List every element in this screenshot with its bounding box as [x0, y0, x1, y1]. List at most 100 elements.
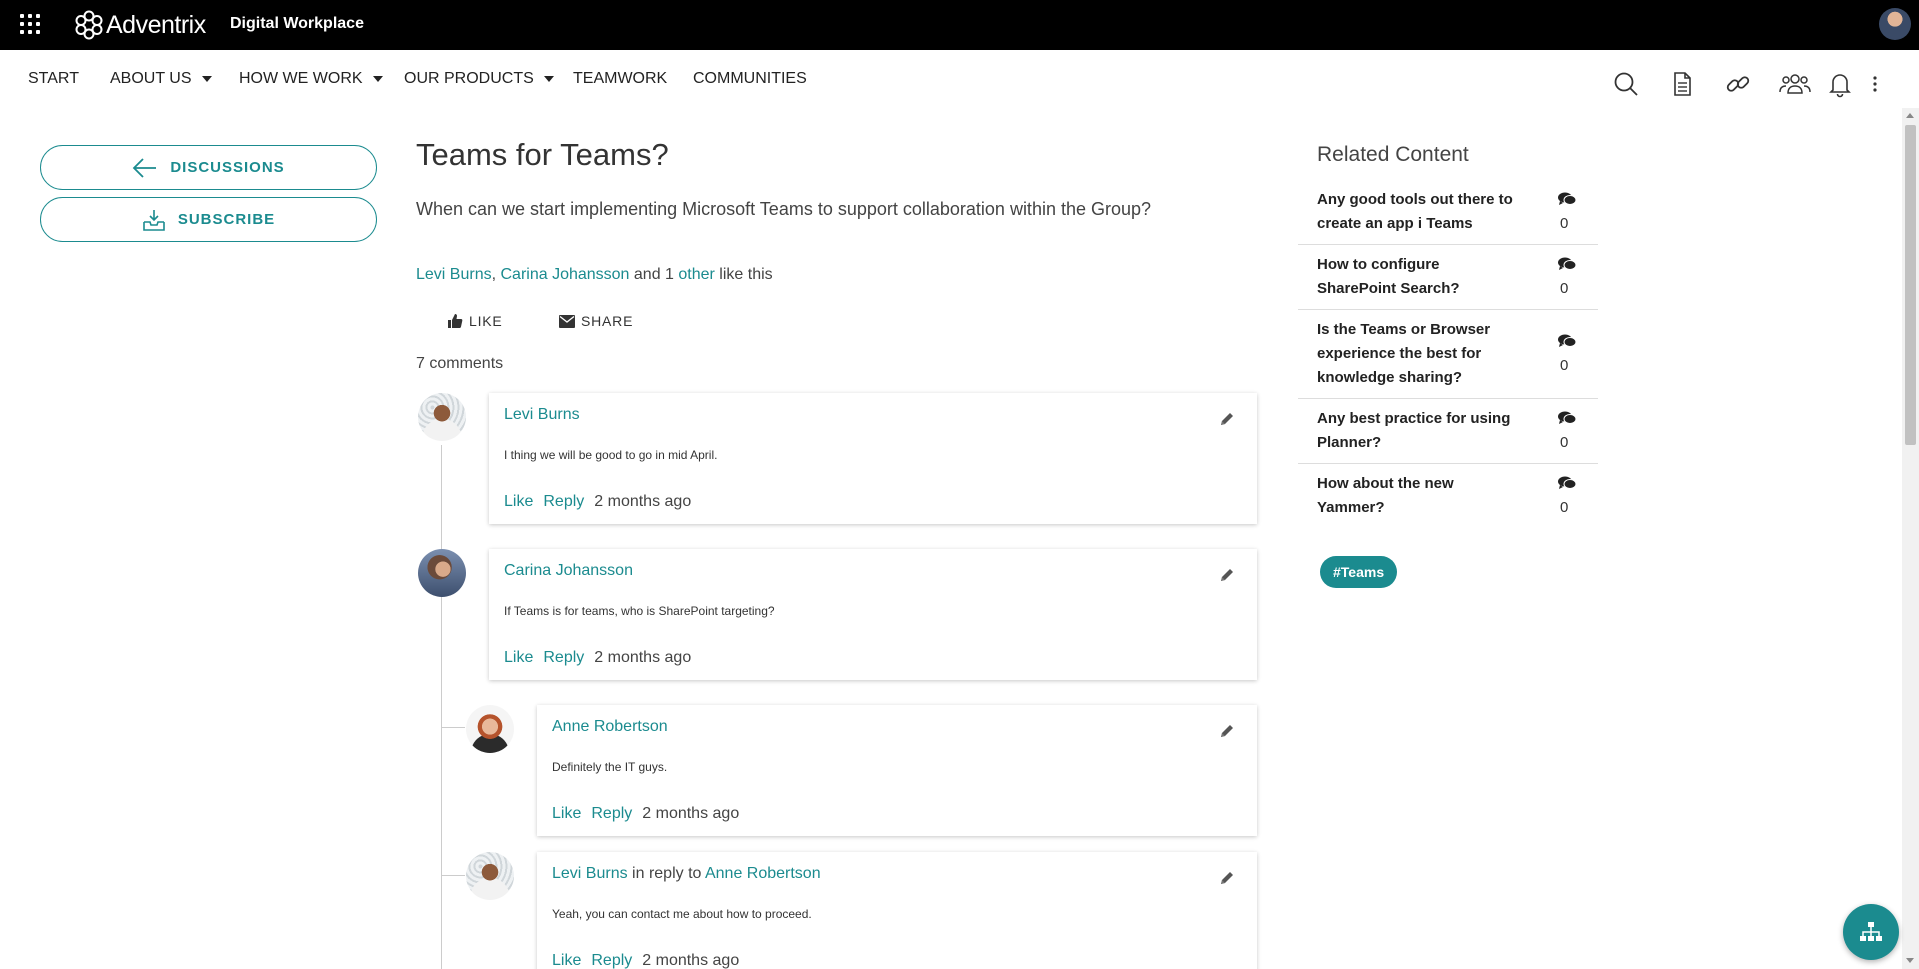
- comment-text: Yeah, you can contact me about how to pr…: [552, 907, 812, 921]
- caret-down-icon: [201, 76, 212, 82]
- nav-item-our-products[interactable]: OUR PRODUCTS: [404, 70, 554, 88]
- related-item-line: Is the Teams or Browser: [1317, 321, 1491, 338]
- search-icon[interactable]: [1612, 70, 1640, 98]
- liker-link[interactable]: Carina Johansson: [500, 266, 629, 283]
- comment-author[interactable]: Carina Johansson: [504, 562, 633, 580]
- related-item-title[interactable]: How to configure SharePoint Search?: [1317, 253, 1517, 301]
- nav-item-about-us[interactable]: ABOUT US: [110, 70, 212, 88]
- comment-author[interactable]: Anne Robertson: [552, 718, 668, 736]
- likers-suffix-text: like this: [714, 266, 773, 283]
- top-bar: Adventrix Digital Workplace: [0, 0, 1919, 50]
- related-item-title[interactable]: How about the new Yammer?: [1317, 472, 1517, 520]
- comment-like-link[interactable]: Like: [504, 649, 533, 667]
- edit-pencil-icon[interactable]: [1219, 567, 1235, 583]
- related-item[interactable]: How about the new Yammer? 0: [1298, 464, 1598, 529]
- caret-down-icon: [372, 76, 383, 82]
- nav-label: HOW WE WORK: [239, 70, 363, 87]
- edit-pencil-icon[interactable]: [1219, 723, 1235, 739]
- nav-label: ABOUT US: [110, 70, 192, 87]
- subscribe-label: SUBSCRIBE: [177, 211, 276, 228]
- brand-logo[interactable]: Adventrix: [74, 10, 206, 40]
- related-item-line: Planner?: [1317, 434, 1382, 451]
- related-item-line: SharePoint Search?: [1317, 280, 1460, 297]
- inbox-download-icon: [143, 209, 165, 231]
- nav-item-start[interactable]: START: [28, 70, 79, 88]
- scrollbar-thumb[interactable]: [1905, 125, 1916, 445]
- link-icon[interactable]: [1724, 70, 1752, 98]
- liker-link[interactable]: Levi Burns: [416, 266, 492, 283]
- nav-label: TEAMWORK: [573, 70, 668, 87]
- comment-text: If Teams is for teams, who is SharePoint…: [504, 604, 775, 618]
- comment-card: Levi Burns I thing we will be good to go…: [489, 393, 1257, 524]
- related-item-title[interactable]: Is the Teams or Browser experience the b…: [1317, 318, 1517, 390]
- related-item-title[interactable]: Any good tools out there to create an ap…: [1317, 188, 1517, 236]
- logo-text: Adventrix: [106, 10, 206, 39]
- nav-item-teamwork[interactable]: TEAMWORK: [573, 70, 667, 88]
- thread-line: [441, 445, 442, 969]
- related-content-title: Related Content: [1317, 143, 1469, 166]
- reply-to-author[interactable]: Anne Robertson: [705, 865, 821, 882]
- comment-author[interactable]: Levi Burns: [552, 865, 628, 882]
- sitemap-button[interactable]: [1843, 904, 1899, 960]
- edit-pencil-icon[interactable]: [1219, 870, 1235, 886]
- comment-reply-link[interactable]: Reply: [591, 805, 632, 823]
- nav-item-communities[interactable]: COMMUNITIES: [693, 70, 807, 88]
- avatar[interactable]: [466, 852, 514, 900]
- comment-like-link[interactable]: Like: [552, 952, 581, 969]
- related-item-line: Any best practice for using: [1317, 410, 1511, 427]
- share-button[interactable]: SHARE: [559, 313, 633, 329]
- envelope-icon: [559, 314, 575, 328]
- arrow-left-icon: [133, 157, 157, 178]
- caret-down-icon: [543, 76, 554, 82]
- tag-badge[interactable]: #Teams: [1320, 556, 1398, 588]
- comment-like-link[interactable]: Like: [552, 805, 581, 823]
- comments-icon: [1558, 476, 1576, 489]
- in-reply-text: in reply to: [627, 865, 705, 882]
- comment-like-link[interactable]: Like: [504, 493, 533, 511]
- site-name[interactable]: Digital Workplace: [230, 15, 364, 33]
- scroll-up-arrow-icon[interactable]: [1906, 113, 1914, 118]
- avatar[interactable]: [418, 393, 466, 441]
- edit-pencil-icon[interactable]: [1219, 411, 1235, 427]
- comment-actions: Like Reply 2 months ago: [552, 805, 739, 823]
- related-item-count: 0: [1560, 499, 1569, 516]
- logo-mark-icon: [75, 10, 103, 40]
- comment-reply-link[interactable]: Reply: [543, 649, 584, 667]
- related-item-line: knowledge sharing?: [1317, 369, 1463, 386]
- comment-actions: Like Reply 2 months ago: [504, 649, 691, 667]
- avatar[interactable]: [466, 705, 514, 753]
- related-item-line: create an app i Teams: [1317, 215, 1473, 232]
- comments-icon: [1558, 411, 1576, 424]
- comment-reply-link[interactable]: Reply: [543, 493, 584, 511]
- scroll-down-arrow-icon[interactable]: [1906, 958, 1914, 963]
- nav-item-how-we-work[interactable]: HOW WE WORK: [239, 70, 383, 88]
- related-item-line: How to configure: [1317, 256, 1440, 273]
- post-body: When can we start implementing Microsoft…: [416, 199, 1152, 219]
- user-avatar[interactable]: [1879, 8, 1911, 40]
- likers-other-link[interactable]: other: [678, 266, 714, 283]
- comment-actions: Like Reply 2 months ago: [504, 493, 691, 511]
- related-item-title[interactable]: Any best practice for using Planner?: [1317, 407, 1517, 455]
- related-item[interactable]: How to configure SharePoint Search? 0: [1298, 245, 1598, 310]
- more-vertical-icon[interactable]: [1870, 70, 1880, 98]
- related-item[interactable]: Is the Teams or Browser experience the b…: [1298, 310, 1598, 399]
- thread-branch: [441, 875, 465, 876]
- document-icon[interactable]: [1668, 70, 1696, 98]
- comment-reply-link[interactable]: Reply: [591, 952, 632, 969]
- bell-icon[interactable]: [1826, 70, 1854, 98]
- avatar[interactable]: [418, 549, 466, 597]
- page-title: Teams for Teams?: [416, 137, 669, 172]
- comment-author[interactable]: Levi Burns: [504, 406, 580, 424]
- sitemap-icon: [1860, 922, 1882, 941]
- discussions-button[interactable]: DISCUSSIONS: [40, 145, 377, 190]
- related-item-count: 0: [1560, 357, 1569, 374]
- app-launcher-icon[interactable]: [20, 14, 40, 34]
- nav-label: COMMUNITIES: [693, 70, 807, 87]
- related-item-count: 0: [1560, 215, 1569, 232]
- subscribe-button[interactable]: SUBSCRIBE: [40, 197, 377, 242]
- related-item[interactable]: Any good tools out there to create an ap…: [1298, 180, 1598, 245]
- people-icon[interactable]: [1779, 70, 1811, 98]
- related-item[interactable]: Any best practice for using Planner? 0: [1298, 399, 1598, 464]
- like-button[interactable]: LIKE: [447, 313, 503, 329]
- thumbs-up-icon: [448, 314, 463, 328]
